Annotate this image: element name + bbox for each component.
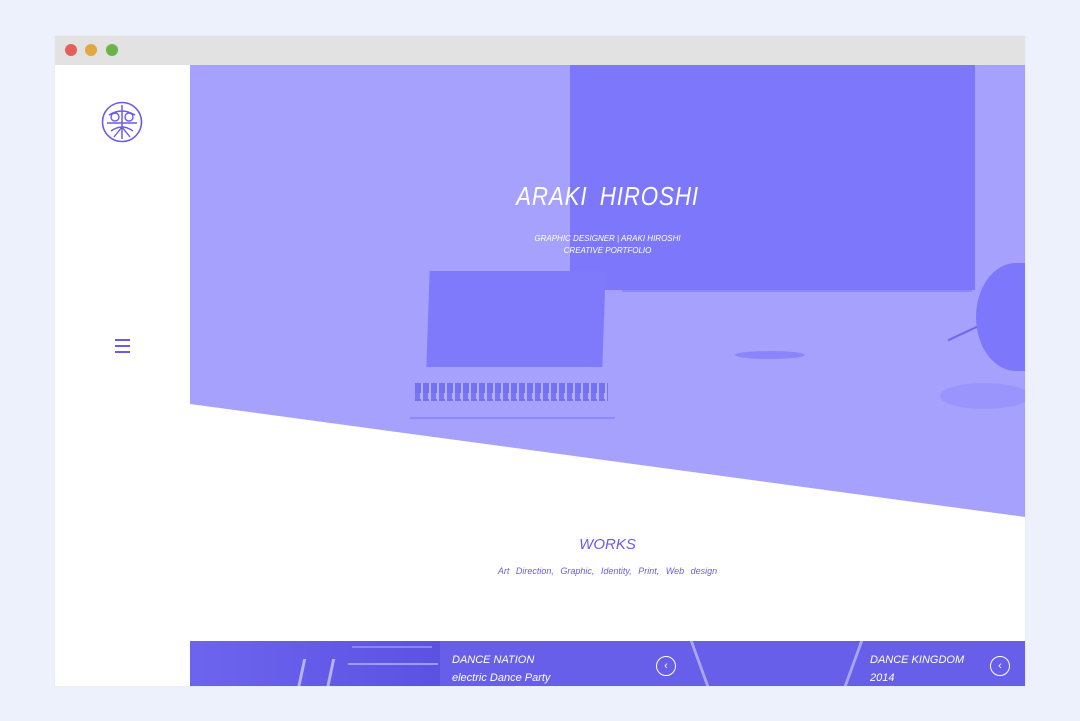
work-card-1-subtitle: electric Dance Party [452,672,551,684]
work-thumbnail-dance-nation[interactable] [190,641,440,686]
work-card-1-title: DANCE NATION [452,654,535,666]
chevron-left-icon[interactable]: ‹ [656,656,676,676]
work-card-1[interactable]: DANCE NATION electric Dance Party [452,651,550,686]
browser-window: ARAKI HIROSHI GRAPHIC DESIGNER | ARAKI H… [55,36,1025,686]
work-thumbnail-dance-kingdom[interactable] [689,641,864,686]
sidebar [55,65,190,686]
hero-subtitle-line1: GRAPHIC DESIGNER | ARAKI HIROSHI [534,234,681,243]
work-card-2-subtitle: 2014 [870,672,895,684]
works-heading: WORKS [579,536,636,553]
hero-speaker-shape [976,263,1025,371]
works-carousel: DANCE NATION electric Dance Party ‹ DANC… [190,641,1025,686]
work-card-2[interactable]: DANCE KINGDOM 2014 [870,651,964,686]
hero-laptop-shape [426,271,606,367]
works-categories[interactable]: Art Direction, Graphic, Identity, Print,… [190,566,1025,576]
hero-subtitle: GRAPHIC DESIGNER | ARAKI HIROSHI CREATIV… [190,233,1025,257]
window-titlebar [55,36,1025,65]
minimize-window-button[interactable] [85,44,97,56]
chevron-left-icon[interactable]: ‹ [990,656,1010,676]
close-window-button[interactable] [65,44,77,56]
maximize-window-button[interactable] [106,44,118,56]
work-card-2-title: DANCE KINGDOM [870,654,965,666]
hero-banner: ARAKI HIROSHI GRAPHIC DESIGNER | ARAKI H… [190,65,1025,517]
logo-icon[interactable] [101,101,143,143]
hero-subtitle-line2: CREATIVE PORTFOLIO [563,246,652,255]
hamburger-menu-icon[interactable] [115,339,130,353]
hero-title: ARAKI HIROSHI [516,181,699,211]
